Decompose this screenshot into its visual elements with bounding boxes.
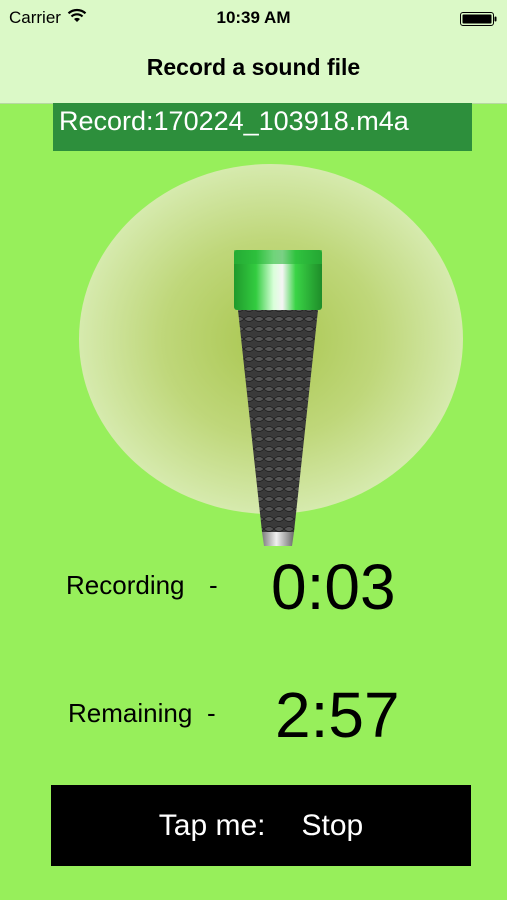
remaining-time: 2:57 — [275, 679, 400, 751]
record-screen: Carrier 10:39 AM Record a sound file Rec… — [0, 0, 507, 900]
filename-banner: Record:170224_103918.m4a — [53, 103, 472, 151]
top-bar: Carrier 10:39 AM Record a sound file — [0, 0, 507, 104]
status-time: 10:39 AM — [216, 8, 291, 27]
stop-button-label: Stop — [301, 808, 364, 842]
status-bar: Carrier 10:39 AM — [0, 0, 507, 38]
remaining-separator: - — [207, 698, 216, 728]
battery-icon — [460, 11, 498, 26]
recording-label: Recording — [66, 570, 185, 600]
recording-time: 0:03 — [271, 551, 396, 623]
recording-separator: - — [209, 570, 218, 600]
remaining-label: Remaining — [68, 698, 193, 728]
microphone-button[interactable] — [79, 164, 463, 546]
stop-button[interactable]: Tap me: Stop — [51, 785, 471, 866]
page-title: Record a sound file — [146, 54, 361, 80]
stop-button-prefix: Tap me: — [158, 808, 266, 842]
